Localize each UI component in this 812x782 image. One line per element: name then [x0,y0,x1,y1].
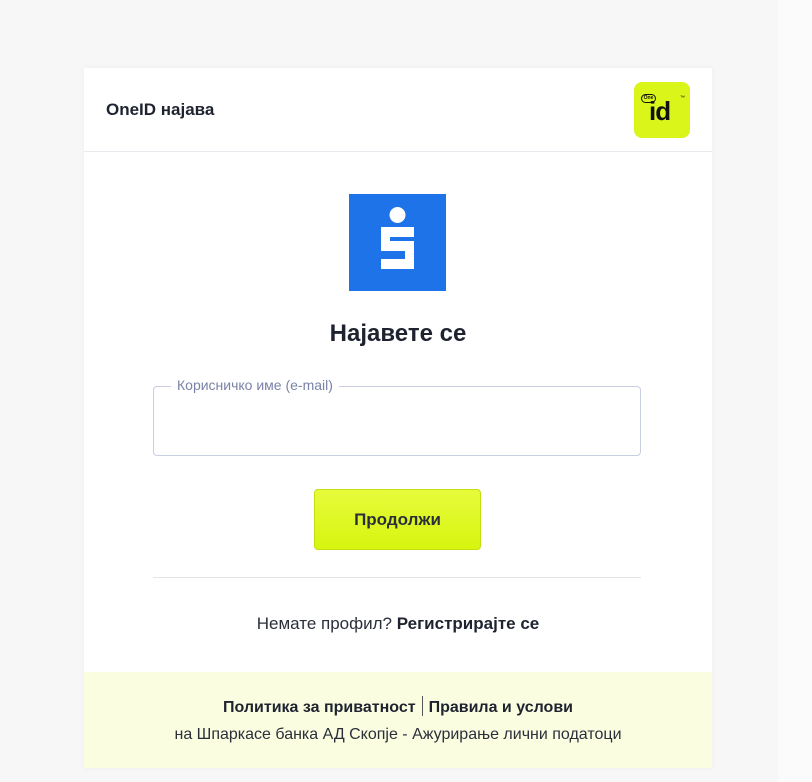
divider [153,577,641,578]
login-card: OneID најава One id ™ Најавете се Корисн… [84,68,712,768]
header-title: OneID најава [106,100,215,119]
privacy-policy-link[interactable]: Политика за приватност [223,699,416,716]
sparkasse-logo-icon [349,194,446,291]
card-footer: Политика за приватност Правила и услови н… [84,672,712,768]
username-input[interactable] [154,398,640,454]
link-separator [421,696,423,716]
register-prompt: Немате профил? Регистрирајте се [84,614,712,634]
footer-note: на Шпаркасе банка АД Скопје - Ажурирање … [174,726,622,743]
username-field-label: Корисничко име (е-mail) [171,377,339,393]
card-header: OneID најава One id ™ [84,68,712,152]
oneid-logo-icon: One id ™ [634,82,690,138]
page-edge [778,0,812,782]
page-title: Најавете се [329,320,467,347]
oneid-logo-tm: ™ [680,95,685,101]
continue-button[interactable]: Продолжи [314,489,481,550]
terms-link[interactable]: Правила и услови [429,699,573,716]
footer-links: Политика за приватност Правила и услови [84,696,712,717]
register-link[interactable]: Регистрирајте се [397,614,540,633]
register-prompt-text: Немате профил? [256,614,392,633]
oneid-logo-text: id [649,96,671,126]
